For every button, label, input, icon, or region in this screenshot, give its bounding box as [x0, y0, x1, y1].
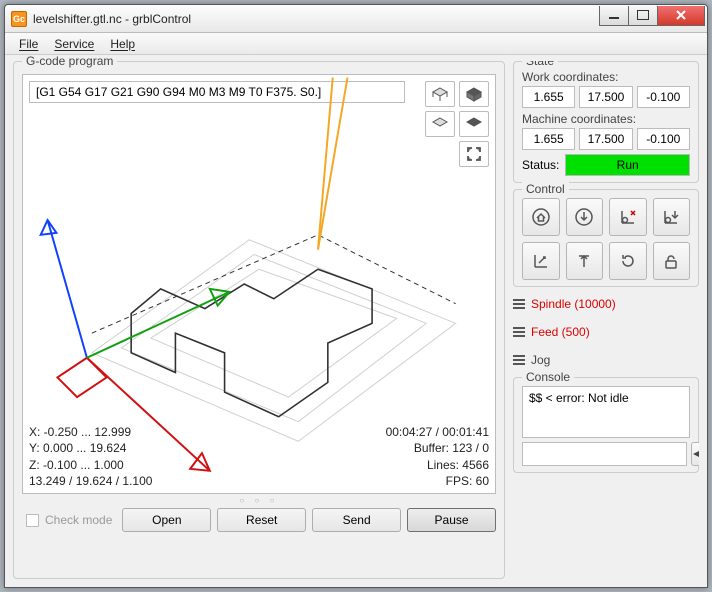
console-send-button[interactable]: [691, 442, 699, 466]
stats-progress: 00:04:27 / 00:01:41 Buffer: 123 / 0 Line…: [386, 424, 489, 489]
zero-xy-button[interactable]: [609, 198, 647, 236]
machine-z: -0.100: [637, 128, 690, 150]
status-label: Status:: [522, 158, 559, 172]
check-mode-checkbox[interactable]: Check mode: [22, 513, 116, 527]
reset-grbl-button[interactable]: [609, 242, 647, 280]
unlock-button[interactable]: [653, 242, 691, 280]
console-input[interactable]: [522, 442, 687, 466]
splitter-grip[interactable]: ○ ○ ○: [22, 494, 496, 504]
work-coords-label: Work coordinates:: [522, 70, 690, 84]
safe-z-button[interactable]: [566, 242, 604, 280]
hamburger-icon: [513, 355, 525, 365]
send-button[interactable]: Send: [312, 508, 401, 532]
state-legend: State: [522, 61, 558, 68]
hamburger-icon: [513, 299, 525, 309]
window-title: levelshifter.gtl.nc - grblControl: [33, 12, 600, 26]
spindle-label: Spindle (10000): [531, 297, 616, 311]
titlebar[interactable]: Gc levelshifter.gtl.nc - grblControl: [5, 5, 707, 33]
control-legend: Control: [522, 182, 569, 196]
status-value: Run: [565, 154, 690, 176]
pause-button[interactable]: Pause: [407, 508, 496, 532]
feed-label: Feed (500): [531, 325, 590, 339]
jog-label: Jog: [531, 353, 550, 367]
console-legend: Console: [522, 370, 574, 384]
work-y: 17.500: [579, 86, 632, 108]
feed-section[interactable]: Feed (500): [513, 321, 699, 343]
close-button[interactable]: [657, 6, 705, 26]
jog-section[interactable]: Jog: [513, 349, 699, 371]
maximize-button[interactable]: [628, 6, 658, 26]
console-output[interactable]: $$ < error: Not idle: [522, 386, 690, 438]
work-z: -0.100: [637, 86, 690, 108]
menubar: File Service Help: [5, 33, 707, 55]
app-icon: Gc: [11, 11, 27, 27]
check-mode-label: Check mode: [45, 513, 112, 527]
home-button[interactable]: [522, 198, 560, 236]
minimize-button[interactable]: [599, 6, 629, 26]
machine-x: 1.655: [522, 128, 575, 150]
menu-file[interactable]: File: [13, 35, 44, 53]
work-x: 1.655: [522, 86, 575, 108]
gcode-viewer[interactable]: [G1 G54 G17 G21 G90 G94 M0 M3 M9 T0 F375…: [22, 74, 496, 494]
zprobe-button[interactable]: [566, 198, 604, 236]
gcode-legend: G-code program: [22, 55, 117, 68]
machine-coords-label: Machine coordinates:: [522, 112, 690, 126]
machine-y: 17.500: [579, 128, 632, 150]
zero-z-button[interactable]: [653, 198, 691, 236]
restore-origin-button[interactable]: [522, 242, 560, 280]
hamburger-icon: [513, 327, 525, 337]
menu-help[interactable]: Help: [104, 35, 141, 53]
open-button[interactable]: Open: [122, 508, 211, 532]
spindle-section[interactable]: Spindle (10000): [513, 293, 699, 315]
menu-service[interactable]: Service: [48, 35, 100, 53]
reset-button[interactable]: Reset: [217, 508, 306, 532]
stats-extents: X: -0.250 ... 12.999 Y: 0.000 ... 19.624…: [29, 424, 152, 489]
